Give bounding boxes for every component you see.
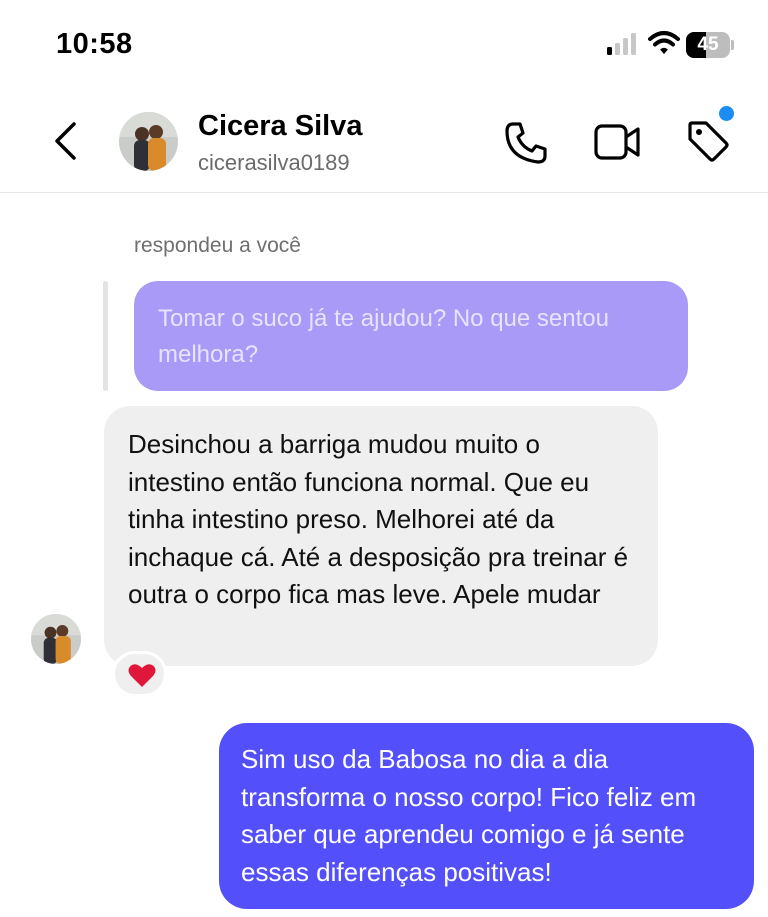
phone-icon[interactable] [503, 120, 549, 166]
status-time: 10:58 [56, 28, 133, 60]
quoted-message-bubble[interactable]: Tomar o suco já te ajudou? No que sentou… [134, 281, 688, 391]
heart-icon [128, 664, 156, 687]
video-camera-icon[interactable] [594, 123, 640, 161]
status-bar: 10:58 45 [0, 0, 768, 90]
notification-dot [719, 106, 734, 121]
heart-reaction[interactable] [112, 651, 167, 697]
reply-label: respondeu a você [134, 234, 301, 257]
reply-indicator-bar [103, 281, 108, 391]
wifi-icon [648, 31, 680, 54]
sender-avatar[interactable] [31, 614, 81, 664]
battery-icon: 45 [686, 32, 734, 58]
tag-icon[interactable] [686, 119, 730, 163]
battery-level: 45 [697, 34, 719, 55]
contact-avatar[interactable] [119, 112, 178, 171]
received-message-bubble[interactable]: Desinchou a barriga mudou muito o intest… [104, 406, 658, 666]
chat-header: Cicera Silva cicerasilva0189 [0, 90, 768, 193]
contact-username[interactable]: cicerasilva0189 [198, 150, 350, 176]
contact-name[interactable]: Cicera Silva [198, 110, 362, 143]
cellular-signal-icon [607, 33, 636, 55]
sent-message-bubble[interactable]: Sim uso da Babosa no dia a dia transform… [219, 723, 754, 909]
back-chevron-icon[interactable] [50, 120, 80, 162]
